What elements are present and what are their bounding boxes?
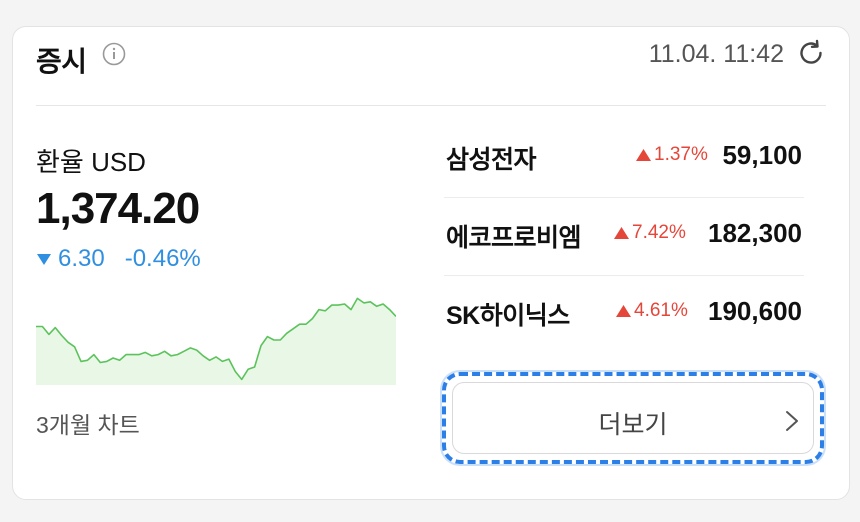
header-divider bbox=[36, 105, 826, 106]
exchange-change-percent: -0.46% bbox=[124, 245, 201, 272]
more-button-label: 더보기 bbox=[598, 411, 668, 439]
stock-change: 4.61% bbox=[616, 300, 688, 322]
chart-area-fill bbox=[36, 298, 396, 385]
stock-row-samsung[interactable]: 삼성전자 1.37% 59,100 bbox=[444, 120, 804, 198]
stock-price: 190,600 bbox=[708, 296, 802, 326]
exchange-rate-chart[interactable] bbox=[36, 295, 396, 385]
exchange-rate-change: 6.30 -0.46% bbox=[36, 245, 201, 273]
stock-change: 1.37% bbox=[636, 144, 708, 166]
stock-row-skhynix[interactable]: SK하이닉스 4.61% 190,600 bbox=[444, 276, 804, 354]
info-icon[interactable] bbox=[102, 42, 126, 66]
card-title: 증시 bbox=[36, 46, 87, 77]
exchange-change-value: 6.30 bbox=[58, 245, 105, 272]
stock-name: 삼성전자 bbox=[446, 146, 537, 174]
stock-change-percent: 7.42% bbox=[632, 222, 686, 243]
more-button-focus-ring: 더보기 bbox=[442, 372, 824, 464]
stock-price: 182,300 bbox=[708, 218, 802, 248]
stock-name: SK하이닉스 bbox=[446, 302, 570, 330]
chevron-right-icon bbox=[786, 411, 798, 431]
stock-change-percent: 1.37% bbox=[654, 144, 708, 165]
stock-change-percent: 4.61% bbox=[634, 300, 688, 321]
timestamp: 11.04. 11:42 bbox=[648, 40, 784, 68]
up-triangle-icon bbox=[616, 305, 631, 317]
down-triangle-icon bbox=[37, 254, 51, 265]
exchange-rate-value: 1,374.20 bbox=[36, 184, 200, 233]
stock-name: 에코프로비엠 bbox=[446, 224, 582, 252]
stock-list: 삼성전자 1.37% 59,100 에코프로비엠 7.42% 182,300 S… bbox=[444, 120, 804, 354]
exchange-rate-label: 환율 USD bbox=[36, 147, 146, 177]
stock-price: 59,100 bbox=[722, 140, 802, 170]
chart-period-label: 3개월 차트 bbox=[36, 412, 140, 438]
up-triangle-icon bbox=[636, 149, 651, 161]
stock-change: 7.42% bbox=[614, 222, 686, 244]
stock-row-ecoprobm[interactable]: 에코프로비엠 7.42% 182,300 bbox=[444, 198, 804, 276]
up-triangle-icon bbox=[614, 227, 629, 239]
more-button[interactable]: 더보기 bbox=[452, 382, 814, 454]
refresh-icon[interactable] bbox=[796, 38, 826, 68]
